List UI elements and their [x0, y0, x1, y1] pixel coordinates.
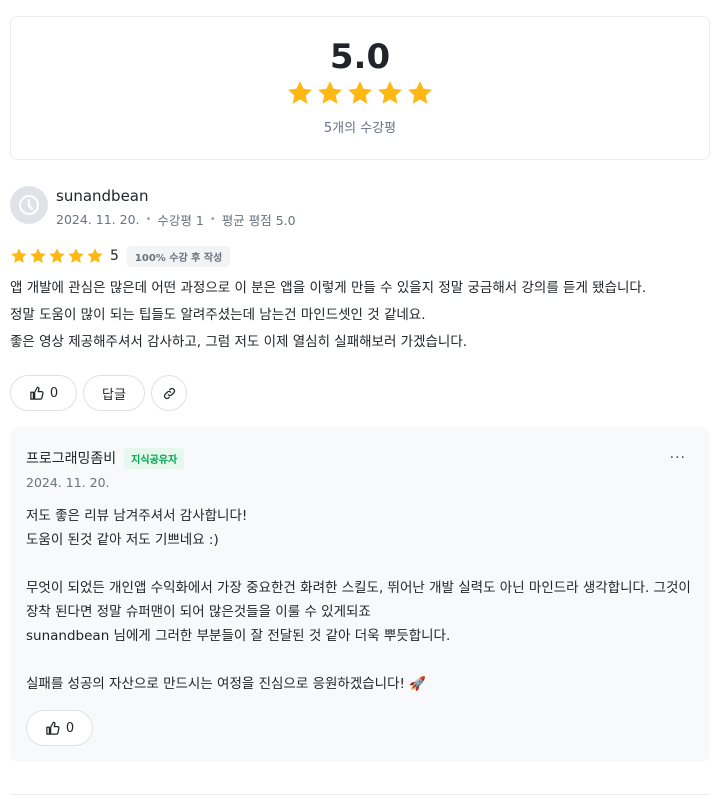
review-date: 2024. 11. 20.: [56, 212, 140, 227]
star-icon: [10, 247, 28, 265]
review-body-line: 앱 개발에 관심은 많은데 어떤 과정으로 이 분은 앱을 이렇게 만들 수 있…: [10, 280, 647, 296]
link-icon: [162, 386, 177, 401]
star-icon: [346, 79, 374, 107]
copy-link-button[interactable]: [151, 375, 187, 411]
review-average-rating: 평균 평점 5.0: [221, 213, 296, 228]
review-meta: 2024. 11. 20. • 수강평 1 • 평균 평점 5.0: [56, 210, 296, 229]
separator-dot: •: [209, 214, 216, 225]
star-icon: [86, 247, 104, 265]
star-icon: [316, 79, 344, 107]
review-rating-value: 5: [110, 248, 119, 264]
divider: [10, 794, 710, 795]
review-stars: [10, 247, 104, 265]
summary-stars: [11, 79, 709, 109]
rating-summary: 5.0 5개의 수강평: [10, 16, 710, 160]
user-avatar-icon: [19, 195, 39, 215]
reply-like-button[interactable]: 0: [26, 710, 93, 746]
like-button[interactable]: 0: [10, 375, 77, 411]
reply-body: 저도 좋은 리뷰 남겨주셔서 감사합니다! 도움이 된것 같아 저도 기쁘네요 …: [26, 508, 691, 692]
star-icon: [406, 79, 434, 107]
review-author-row: sunandbean 2024. 11. 20. • 수강평 1 • 평균 평점…: [10, 186, 710, 229]
thumbs-up-icon: [45, 721, 60, 736]
star-icon: [29, 247, 47, 265]
separator-dot: •: [145, 214, 152, 225]
star-icon: [286, 79, 314, 107]
thumbs-up-icon: [29, 386, 44, 401]
review-item: sunandbean 2024. 11. 20. • 수강평 1 • 평균 평점…: [10, 186, 710, 356]
review-count: 5개의 수강평: [323, 121, 397, 136]
star-icon: [67, 247, 85, 265]
reply-header: 프로그래밍좀비 지식공유자 ···: [26, 447, 694, 469]
review-course-count: 수강평 1: [157, 213, 204, 228]
review-body-line: 정말 도움이 많이 되는 팁들도 알려주셨는데 남는건 마인드셋인 것 같네요.: [10, 307, 426, 323]
reply-like-count: 0: [65, 720, 75, 736]
like-count: 0: [49, 385, 59, 401]
reply-button[interactable]: 답글: [83, 375, 145, 411]
review-actions: 0 답글: [10, 375, 187, 411]
star-icon: [48, 247, 66, 265]
review-rating-row: 5 100% 수강 후 작성: [10, 245, 710, 267]
review-author-name[interactable]: sunandbean: [56, 186, 296, 206]
avatar[interactable]: [10, 186, 48, 224]
more-options-icon[interactable]: ···: [670, 450, 686, 466]
review-body: 앱 개발에 관심은 많은데 어떤 과정으로 이 분은 앱을 이렇게 만들 수 있…: [10, 275, 710, 356]
instructor-badge: 지식공유자: [124, 447, 185, 469]
instructor-reply: 프로그래밍좀비 지식공유자 ··· 2024. 11. 20. 저도 좋은 리뷰…: [10, 427, 710, 762]
average-score: 5.0: [329, 37, 391, 77]
reply-date: 2024. 11. 20.: [26, 475, 110, 490]
star-icon: [376, 79, 404, 107]
completion-badge: 100% 수강 후 작성: [126, 245, 231, 267]
review-body-line: 좋은 영상 제공해주셔서 감사하고, 그럼 저도 이제 열심히 실패해보러 가겠…: [10, 334, 468, 350]
reply-author-name[interactable]: 프로그래밍좀비: [26, 448, 116, 468]
